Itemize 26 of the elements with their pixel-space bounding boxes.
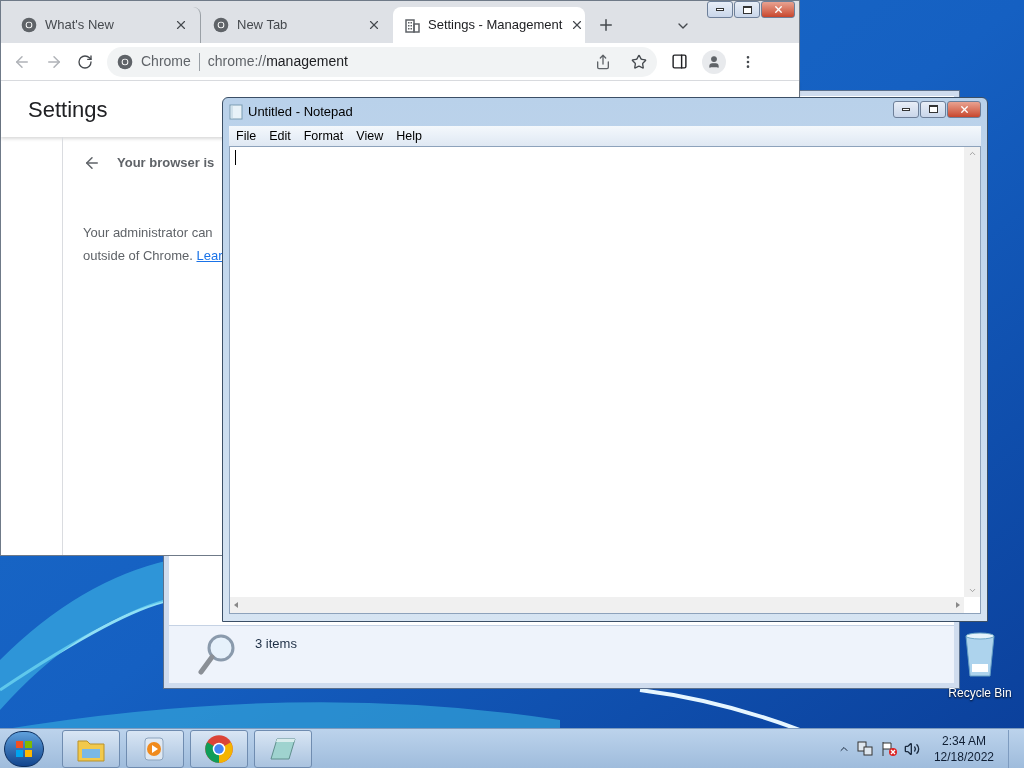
tab-title: What's New (45, 16, 115, 35)
browser-tab[interactable]: New Tab (201, 7, 393, 43)
url-path: management (266, 53, 348, 69)
desktop-icon-label[interactable]: Recycle Bin (948, 684, 1012, 702)
tab-title: New Tab (237, 16, 289, 35)
tab-title: Settings - Management (428, 16, 563, 35)
menu-item[interactable]: Edit (264, 126, 296, 146)
menu-item[interactable]: File (231, 126, 262, 146)
site-label: Chrome (141, 52, 191, 71)
section-heading: Your browser is (117, 154, 215, 172)
body-text: Your administrator can (83, 223, 214, 242)
browser-tab[interactable]: Settings - Management (393, 7, 585, 43)
menu-item[interactable]: View (351, 126, 389, 146)
menu-item[interactable]: Format (298, 126, 349, 146)
browser-tab[interactable]: What's New (9, 7, 201, 43)
learn-more-link[interactable]: Lear (196, 248, 223, 263)
url-scheme: chrome:// (207, 53, 267, 69)
clock-date: 12/18/2022 (933, 748, 994, 765)
body-text: outside of Chrome. (83, 248, 193, 263)
menu-item[interactable]: Help (391, 126, 427, 146)
clock[interactable]: 2:34 AM 12/18/2022 (925, 732, 1002, 765)
item-count: 3 items (255, 635, 297, 653)
page-title: Settings (28, 95, 108, 124)
window-title: Untitled - Notepad (248, 103, 354, 122)
address-bar[interactable]: Chrome chrome://management (107, 46, 657, 77)
clock-time: 2:34 AM (941, 732, 986, 749)
